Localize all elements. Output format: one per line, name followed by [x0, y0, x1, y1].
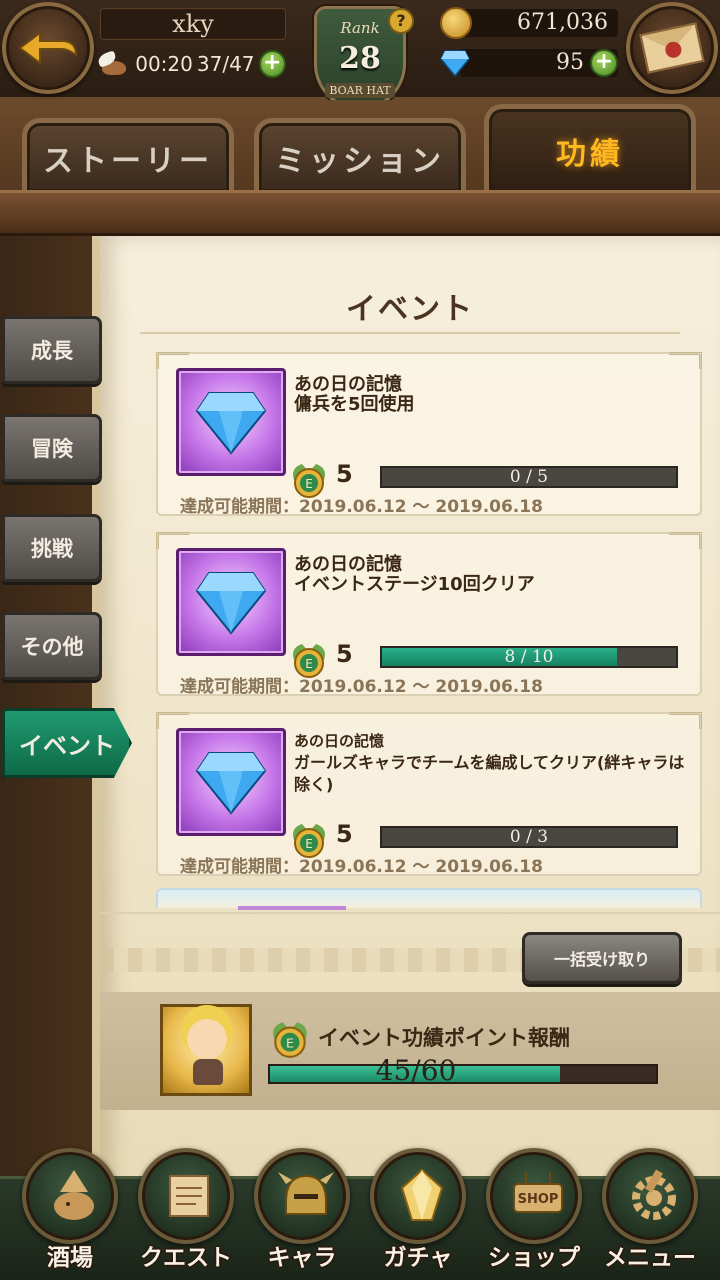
gold-value: 671,036 — [462, 9, 618, 37]
gold-coin-icon — [440, 7, 472, 39]
character-body-icon — [193, 1059, 223, 1085]
achievement-card: あの日の記憶 イベントステージ10回クリア E 5 8 / 10 達成可能期間：… — [156, 532, 702, 697]
achievement-period: 達成可能期間：2019.06.12 ～ 2019.06.18 — [180, 677, 543, 697]
nav-circle — [370, 1148, 466, 1244]
progress-text: 0 / 5 — [509, 467, 549, 487]
back-arrow-icon — [18, 31, 78, 65]
reward-item-frame — [176, 728, 286, 836]
character-head-icon — [187, 1019, 227, 1059]
list-divider — [100, 912, 720, 914]
achievement-card-partial — [156, 888, 702, 910]
reward-count: 5 — [336, 820, 353, 848]
bulk-claim-button[interactable]: 一括受け取り — [522, 932, 682, 984]
progress-text: 0 / 3 — [509, 827, 549, 847]
nav-shop[interactable]: SHOP ショップ — [478, 1148, 590, 1280]
achievement-description: イベントステージ10回クリア — [294, 574, 535, 595]
title-divider — [140, 332, 680, 334]
stamina-value: 37/47 — [196, 52, 255, 76]
mail-button[interactable] — [626, 2, 718, 94]
side-tab-adventure[interactable]: 冒険 — [2, 414, 102, 482]
mail-icon — [639, 22, 705, 74]
stamina-display: 00:20 37/47 + — [96, 46, 286, 82]
achievement-description: 傭兵を5回使用 — [294, 394, 415, 415]
nav-label: ガチャ — [383, 1245, 453, 1271]
gem-icon — [440, 50, 470, 77]
add-gem-button[interactable]: + — [590, 49, 618, 77]
rank-value: 28 — [339, 41, 381, 76]
reward-count: 5 — [336, 460, 353, 488]
tab-mission[interactable]: ミッション — [254, 118, 466, 192]
side-tab-event[interactable]: イベント — [2, 708, 132, 778]
svg-text:SHOP: SHOP — [518, 1192, 559, 1207]
achievement-name: あの日の記憶 — [294, 374, 402, 395]
nav-circle — [22, 1148, 118, 1244]
panel-title: イベント — [346, 292, 474, 327]
achievement-progress-bar: 0 / 3 — [380, 826, 678, 848]
gem-icon — [195, 572, 267, 635]
helmet-icon — [278, 1172, 334, 1215]
achievement-name: あの日の記憶 — [294, 732, 385, 750]
achievement-name: あの日の記憶 — [294, 554, 402, 575]
nav-circle — [138, 1148, 234, 1244]
svg-text:E: E — [305, 837, 313, 851]
side-tab-growth[interactable]: 成長 — [2, 316, 102, 384]
player-name: xky — [100, 8, 286, 40]
add-stamina-button[interactable]: + — [258, 50, 286, 78]
back-button[interactable] — [2, 2, 94, 94]
nav-character[interactable]: キャラ — [246, 1148, 358, 1280]
achievement-period: 達成可能期間：2019.06.12 ～ 2019.06.18 — [180, 497, 543, 517]
top-status-bar: xky 00:20 37/47 + Rank 28 BOAR HAT ? 671… — [0, 0, 720, 110]
nav-menu[interactable]: メニュー — [594, 1148, 706, 1280]
gem-display: 95 + — [440, 46, 618, 80]
character-reward-portrait[interactable] — [160, 1004, 252, 1096]
nav-circle — [254, 1148, 350, 1244]
boar-hat-icon — [54, 1170, 94, 1220]
stamina-timer: 00:20 — [135, 52, 193, 76]
achievement-progress-bar: 0 / 5 — [380, 466, 678, 488]
wing-boot-icon — [96, 49, 131, 79]
achievement-period: 達成可能期間：2019.06.12 ～ 2019.06.18 — [180, 857, 543, 877]
nav-label: メニュー — [604, 1245, 696, 1271]
svg-text:E: E — [305, 477, 313, 491]
tab-story[interactable]: ストーリー — [22, 118, 234, 192]
rank-title: BOAR HAT — [325, 83, 395, 98]
crystal-icon — [400, 1168, 444, 1221]
nav-label: ショップ — [488, 1245, 580, 1271]
tab-achievements[interactable]: 功績 — [484, 104, 696, 192]
nav-circle: SHOP — [486, 1148, 582, 1244]
nav-label: クエスト — [140, 1245, 232, 1271]
reward-item-frame — [176, 368, 286, 476]
progress-text: 8 / 10 — [504, 647, 554, 667]
side-tab-other[interactable]: その他 — [2, 612, 102, 680]
gold-display: 671,036 — [440, 6, 618, 40]
nav-quest[interactable]: クエスト — [130, 1148, 242, 1280]
nav-tavern[interactable]: 酒場 — [14, 1148, 126, 1280]
nav-label: キャラ — [267, 1245, 337, 1271]
event-reward-band: E イベント功績ポイント報酬 45/60 — [100, 992, 720, 1110]
achievement-card: あの日の記憶 ガールズキャラでチームを編成してクリア(絆キャラは除く) E 5 … — [156, 712, 702, 877]
achievement-card: あの日の記憶 傭兵を5回使用 E 5 0 / 5 達成可能期間：2019.06.… — [156, 352, 702, 517]
svg-text:E: E — [305, 657, 313, 671]
side-tab-challenge[interactable]: 挑戦 — [2, 514, 102, 582]
nav-circle — [602, 1148, 698, 1244]
achievement-panel: イベント あの日の記憶 傭兵を5回使用 E 5 0 / 5 達成可能期間：201… — [92, 236, 720, 1196]
gear-hammer-icon — [632, 1169, 676, 1220]
event-points-progress-bar: 45/60 — [268, 1054, 658, 1087]
question-icon[interactable]: ? — [388, 8, 414, 34]
reward-item-frame — [176, 548, 286, 656]
event-points-text: 45/60 — [375, 1054, 457, 1087]
svg-text:E: E — [286, 1035, 294, 1050]
event-reward-title: イベント功績ポイント報酬 — [318, 1026, 570, 1050]
reward-count: 5 — [336, 640, 353, 668]
nav-gacha[interactable]: ガチャ — [362, 1148, 474, 1280]
gem-icon — [195, 392, 267, 455]
shop-sign-icon: SHOP — [513, 1172, 563, 1213]
achievement-progress-bar: 8 / 10 — [380, 646, 678, 668]
nav-label: 酒場 — [47, 1245, 93, 1271]
achievement-description: ガールズキャラでチームを編成してクリア(絆キャラは除く) — [294, 753, 685, 794]
tabs-shelf — [0, 190, 720, 236]
gem-icon — [195, 752, 267, 815]
scroll-icon — [169, 1175, 209, 1217]
